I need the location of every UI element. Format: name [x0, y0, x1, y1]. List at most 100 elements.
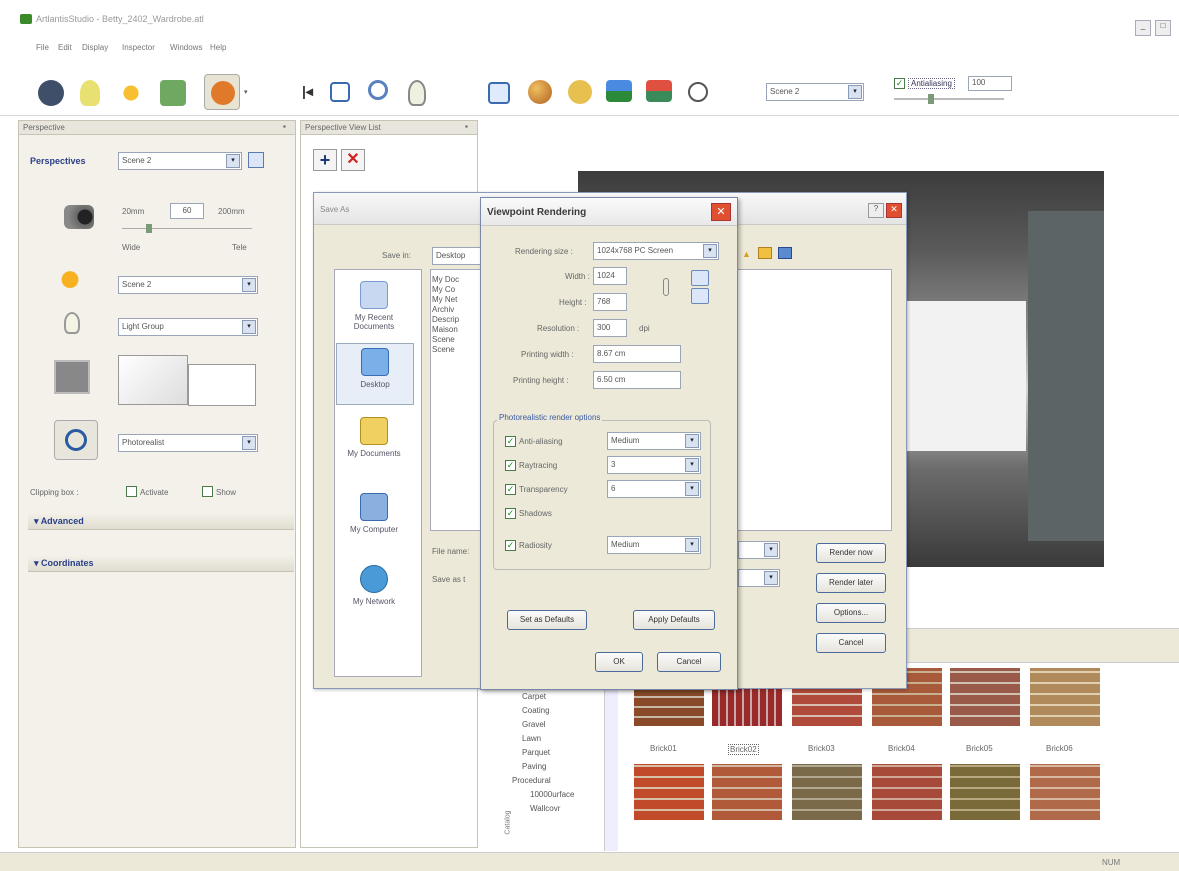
menu-display[interactable]: Display: [82, 43, 108, 52]
file-item[interactable]: Archiv: [432, 305, 459, 315]
brick-thumb[interactable]: [792, 764, 862, 820]
apply-defaults-button[interactable]: Apply Defaults: [633, 610, 715, 630]
height-field[interactable]: 768: [593, 293, 627, 311]
first-frame-icon[interactable]: |◂: [302, 84, 316, 98]
set-as-defaults-button[interactable]: Set as Defaults: [507, 610, 587, 630]
save-as-cancel-button[interactable]: Cancel: [816, 633, 886, 653]
image-icon[interactable]: [606, 80, 632, 102]
perspective-edit-icon[interactable]: [248, 152, 264, 168]
object-icon[interactable]: [160, 80, 186, 106]
export-icon[interactable]: [330, 82, 350, 102]
lens-slider-thumb[interactable]: [146, 224, 152, 233]
render-dropdown-icon[interactable]: ▾: [244, 88, 248, 96]
rendering-size-select[interactable]: 1024x768 PC Screen ▾: [593, 242, 719, 260]
place-recent[interactable]: My Recent Documents: [338, 281, 410, 331]
place-my-network[interactable]: My Network: [338, 565, 410, 606]
background-preview[interactable]: [118, 355, 188, 405]
globe-icon[interactable]: [568, 80, 592, 104]
tree-paving[interactable]: Paving: [522, 762, 546, 771]
maximize-button[interactable]: □: [1155, 20, 1171, 36]
file-item[interactable]: Descrip: [432, 315, 459, 325]
scene-select[interactable]: Scene 2 ▾: [766, 83, 864, 101]
magnify-icon[interactable]: [368, 80, 388, 100]
gallery-icon[interactable]: [646, 80, 672, 102]
sun-icon[interactable]: [118, 80, 144, 106]
bulb-icon[interactable]: [408, 80, 426, 106]
place-my-documents[interactable]: My Documents: [338, 417, 410, 458]
tree-lawn[interactable]: Lawn: [522, 734, 541, 743]
menu-windows[interactable]: Windows: [170, 43, 202, 52]
tree-coating[interactable]: Coating: [522, 706, 550, 715]
viewpoint-close-button[interactable]: ✕: [711, 203, 731, 221]
render-link-icon[interactable]: [54, 420, 98, 460]
coordinates-section[interactable]: ▾ Coordinates: [28, 554, 294, 572]
light-select[interactable]: Light Group ▾: [118, 318, 258, 336]
antialiasing-select[interactable]: Medium ▾: [607, 432, 701, 450]
brick-thumb[interactable]: [634, 764, 704, 820]
render-now-button[interactable]: Render now: [816, 543, 886, 563]
minimize-button[interactable]: _: [1135, 20, 1151, 36]
save-as-help-button[interactable]: ?: [868, 203, 884, 218]
ok-button[interactable]: OK: [595, 652, 643, 672]
save-as-close-button[interactable]: ✕: [886, 203, 902, 218]
catalog-tree-scrollbar[interactable]: [604, 681, 618, 851]
brick-thumb[interactable]: [712, 764, 782, 820]
antialias-slider-track[interactable]: [894, 98, 1004, 100]
menu-inspector[interactable]: Inspector: [122, 43, 155, 52]
file-item[interactable]: Scene: [432, 345, 459, 355]
shader-icon[interactable]: [528, 80, 552, 104]
resolution-field[interactable]: 300: [593, 319, 627, 337]
place-my-computer[interactable]: My Computer: [338, 493, 410, 534]
printing-height-field[interactable]: 6.50 cm: [593, 371, 681, 389]
tree-parquet[interactable]: Parquet: [522, 748, 550, 757]
menu-edit[interactable]: Edit: [58, 43, 72, 52]
view-list-close-icon[interactable]: ▪: [465, 122, 468, 131]
options-button[interactable]: Options...: [816, 603, 886, 623]
panel-close-icon[interactable]: ▪: [283, 122, 286, 131]
tree-carpet[interactable]: Carpet: [522, 692, 546, 701]
brick-thumb[interactable]: [872, 764, 942, 820]
clip-show-checkbox[interactable]: [202, 486, 213, 497]
link-icon[interactable]: [688, 82, 708, 102]
view-menu-icon[interactable]: [778, 247, 792, 259]
tree-gravel[interactable]: Gravel: [522, 720, 546, 729]
tree-wallcovr[interactable]: Wallcovr: [530, 804, 560, 813]
render-later-button[interactable]: Render later: [816, 573, 886, 593]
advanced-section[interactable]: ▾ Advanced: [28, 512, 294, 530]
render-mode-select[interactable]: Photorealist ▾: [118, 434, 258, 452]
antialias-slider-thumb[interactable]: [928, 94, 934, 104]
lens-value[interactable]: 60: [170, 203, 204, 219]
raytracing-checkbox[interactable]: ✓: [505, 460, 516, 471]
file-item[interactable]: Maison: [432, 325, 459, 335]
antialiasing-checkbox[interactable]: ✓: [505, 436, 516, 447]
brick-thumb[interactable]: [1030, 764, 1100, 820]
radiosity-checkbox[interactable]: ✓: [505, 540, 516, 551]
brick-thumb[interactable]: [1030, 668, 1100, 726]
add-view-button[interactable]: +: [313, 149, 337, 171]
menu-help[interactable]: Help: [210, 43, 226, 52]
link-chain-icon[interactable]: [663, 278, 669, 296]
file-item[interactable]: My Co: [432, 285, 459, 295]
shadows-checkbox[interactable]: ✓: [505, 508, 516, 519]
antialias-value[interactable]: 100: [968, 76, 1012, 91]
landscape-orientation-button[interactable]: [691, 288, 709, 304]
printing-width-field[interactable]: 8.67 cm: [593, 345, 681, 363]
binoculars-icon[interactable]: [38, 80, 64, 106]
tree-procedural[interactable]: Procedural: [512, 776, 551, 785]
lens-slider-track[interactable]: [122, 228, 252, 229]
width-field[interactable]: 1024: [593, 267, 627, 285]
filename-select[interactable]: ▾: [738, 541, 780, 559]
place-desktop[interactable]: Desktop: [336, 343, 414, 405]
raytracing-select[interactable]: 3 ▾: [607, 456, 701, 474]
delete-view-button[interactable]: ✕: [341, 149, 365, 171]
portrait-orientation-button[interactable]: [691, 270, 709, 286]
save-in-select[interactable]: Desktop: [432, 247, 484, 265]
brick-thumb[interactable]: [950, 668, 1020, 726]
file-item[interactable]: My Doc: [432, 275, 459, 285]
foreground-preview[interactable]: [188, 364, 256, 406]
clip-activate-checkbox[interactable]: [126, 486, 137, 497]
sun-select[interactable]: Scene 2 ▾: [118, 276, 258, 294]
transparency-select[interactable]: 6 ▾: [607, 480, 701, 498]
new-folder-icon[interactable]: [758, 247, 772, 259]
perspective-view-icon[interactable]: [488, 82, 510, 104]
